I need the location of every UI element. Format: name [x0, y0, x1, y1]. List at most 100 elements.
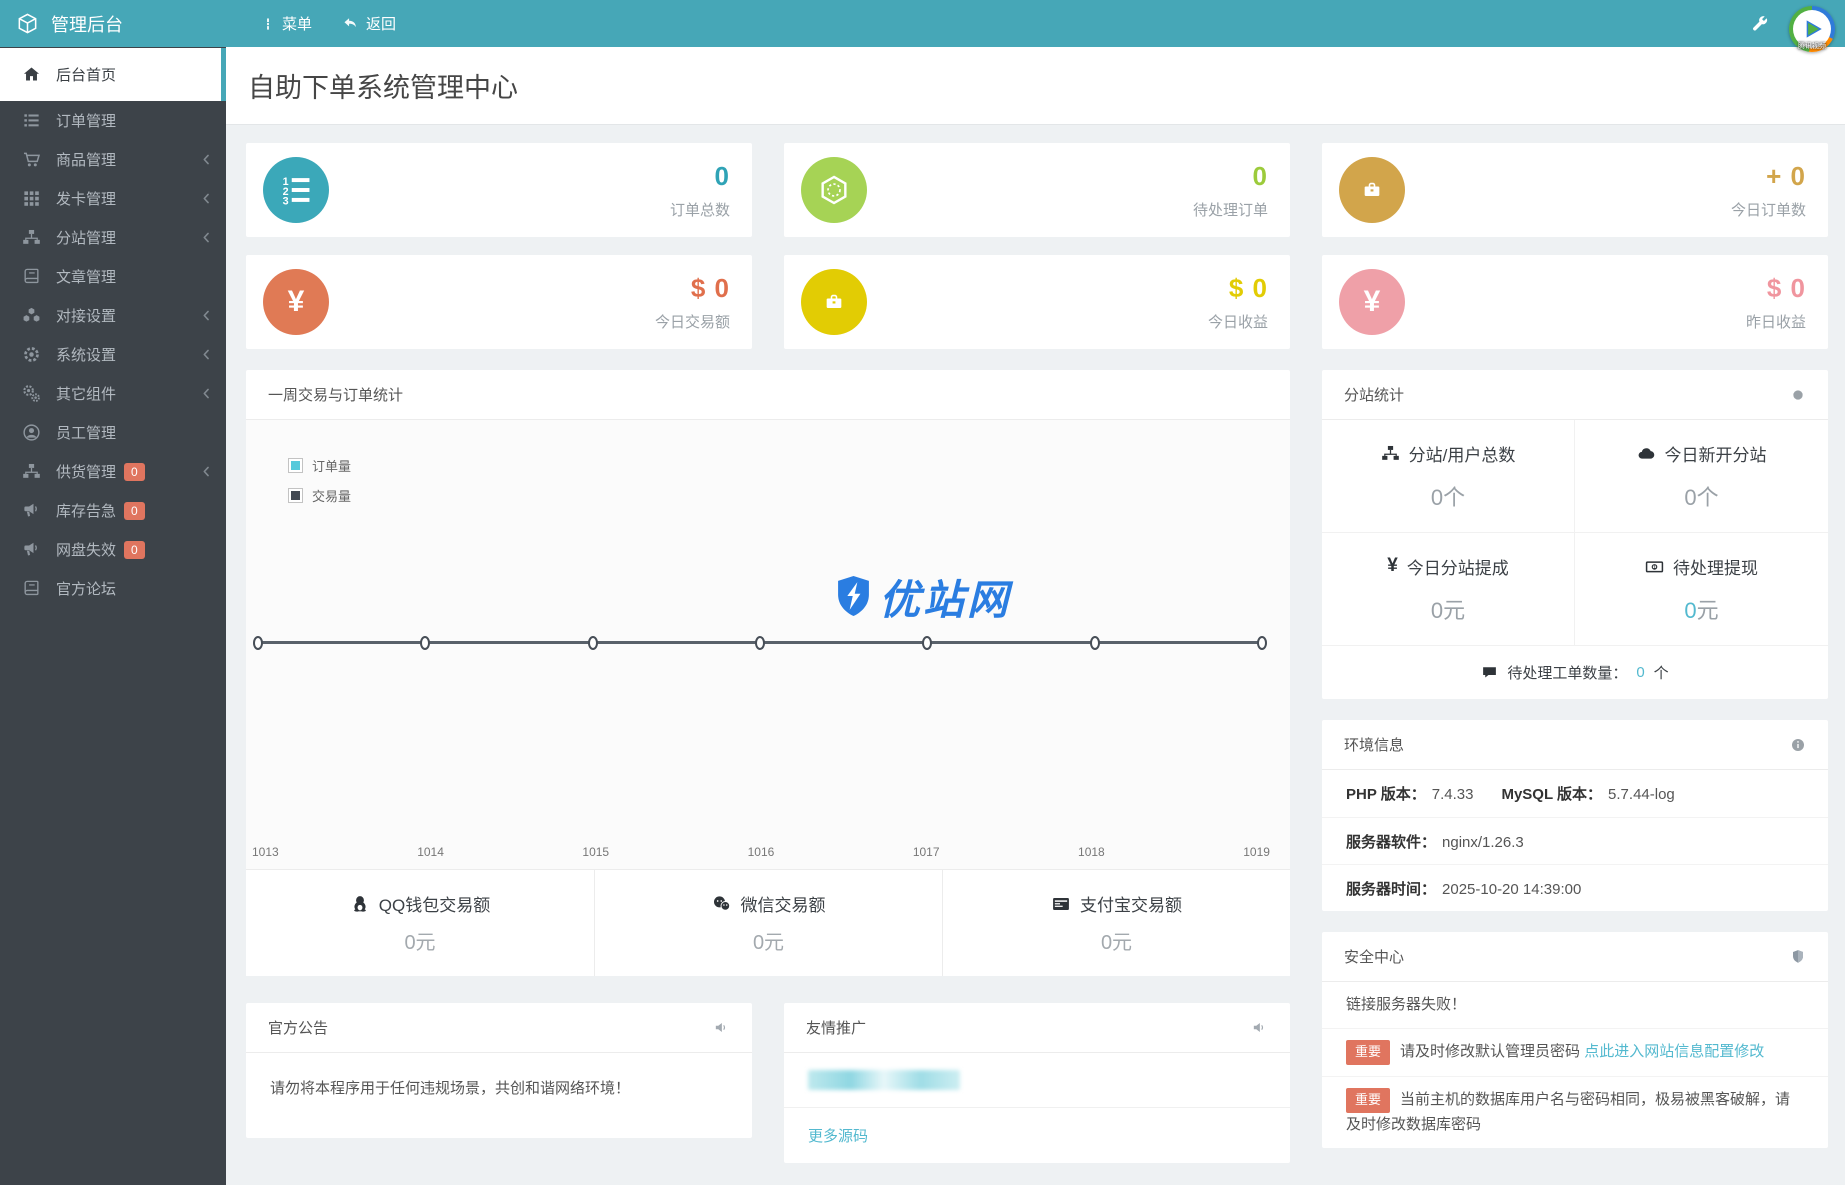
security-title: 安全中心 — [1344, 949, 1405, 966]
sidebar-item-其它组件[interactable]: 其它组件 — [0, 374, 226, 413]
stat-value: + 0 — [1766, 160, 1806, 191]
stat-value: $ 0 — [1766, 272, 1806, 303]
topbar-right: 腾讯视频 — [1750, 0, 1845, 52]
count-badge: 0 — [124, 462, 145, 481]
chevron-left-icon — [199, 191, 214, 206]
info-icon — [1790, 737, 1806, 753]
stat-icon-circle: 123 — [263, 157, 329, 223]
promo-panel-header: 友情推广 — [784, 1003, 1290, 1053]
stat-icon-circle: ¥ — [263, 269, 329, 335]
substation-cell-label: 分站/用户总数 — [1408, 445, 1516, 465]
sidebar-item-网盘失效[interactable]: 网盘失效 0 — [0, 530, 226, 569]
sidebar-item-商品管理[interactable]: 商品管理 — [0, 140, 226, 179]
yen-icon: ¥ — [1387, 555, 1398, 576]
tickets-unit: 个 — [1653, 665, 1669, 682]
cube-icon — [16, 12, 39, 35]
stat-label: 昨日收益 — [1745, 313, 1806, 331]
top-nav: 菜单 返回 — [246, 0, 411, 47]
x-tick-label: 1019 — [1243, 845, 1270, 859]
menu-button[interactable]: 菜单 — [246, 0, 327, 47]
chevron-left-icon — [199, 347, 214, 362]
sidebar-item-label: 员工管理 — [56, 425, 117, 442]
tickets-label: 待处理工单数量： — [1507, 665, 1628, 682]
sidebar-item-label: 分站管理 — [56, 230, 117, 247]
speaker-icon — [713, 1019, 730, 1036]
blurred-promo-link[interactable] — [808, 1070, 960, 1090]
chart-markers — [253, 636, 1267, 650]
content: 1 2 3 0 订单总数 0 待处理订单 + 0 今日订单数 ¥ $ 0 今日交易额 $ 0 今日收益 ¥ $… — [226, 125, 1845, 1163]
shield-icon — [1790, 948, 1806, 965]
stat-cards: 1 2 3 0 订单总数 0 待处理订单 + 0 今日订单数 ¥ $ 0 今日交易额 $ 0 今日收益 ¥ $… — [246, 143, 1828, 349]
sidebar-item-label: 官方论坛 — [56, 581, 117, 598]
security-panel: 安全中心 链接服务器失败！ 重要 请及时修改默认管理员密码 点此进入网站信息配置修改… — [1322, 932, 1828, 1148]
angle-left-icon — [203, 388, 209, 399]
stat-icon-circle — [1339, 157, 1405, 223]
security-rows: 链接服务器失败！ 重要 请及时修改默认管理员密码 点此进入网站信息配置修改 重要 当前主… — [1322, 982, 1828, 1148]
left-column: 一周交易与订单统计 订单量 交易量 优站网 1013 1014 1015 101… — [246, 370, 1290, 1163]
config-link[interactable]: 点此进入网站信息配置修改 — [1584, 1043, 1764, 1060]
data-point-marker — [1089, 636, 1100, 650]
sidebar-item-label: 供货管理 — [56, 464, 117, 481]
data-point-marker — [253, 636, 263, 650]
angle-left-icon — [203, 349, 209, 360]
topbar: 管理后台 菜单 返回 腾讯视频 — [0, 0, 1845, 52]
stat-value: 0 — [1252, 160, 1268, 191]
sidebar-item-系统设置[interactable]: 系统设置 — [0, 335, 226, 374]
stat-label: 今日订单数 — [1730, 201, 1806, 219]
more-source-link[interactable]: 更多源码 — [808, 1125, 868, 1146]
substation-footer: 待处理工单数量： 0 个 — [1322, 646, 1828, 699]
sidebar-item-员工管理[interactable]: 员工管理 — [0, 413, 226, 452]
count-badge: 0 — [124, 501, 145, 520]
chevron-left-icon — [199, 464, 214, 479]
stat-label: 待处理订单 — [1192, 201, 1268, 219]
stat-card-今日订单数: + 0 今日订单数 — [1322, 143, 1828, 237]
notice-text: 请勿将本程序用于任何违规场景，共创和谐网络环境！ — [270, 1080, 631, 1097]
wrench-icon[interactable] — [1750, 14, 1769, 33]
sidebar-item-label: 库存告急 — [56, 503, 117, 520]
cloud-icon — [1638, 447, 1654, 459]
security-warning-row: 重要 当前主机的数据库用户名与密码相同，极易被黑客破解，请及时修改数据库密码 — [1322, 1075, 1828, 1148]
qq-icon — [353, 895, 366, 912]
substation-cell-待处理提现: 1 待处理提现 0元 — [1575, 533, 1828, 646]
chevron-left-icon — [199, 386, 214, 401]
footer-stat-微信交易额: 微信交易额 0元 — [594, 870, 942, 976]
tencent-video-logo[interactable]: 腾讯视频 — [1789, 5, 1835, 52]
env-info-row: 服务器时间： 2025-10-20 14:39:00 — [1322, 864, 1828, 911]
sidebar-item-发卡管理[interactable]: 发卡管理 — [0, 179, 226, 218]
legend-label: 订单量 — [312, 459, 352, 474]
angle-left-icon — [203, 310, 209, 321]
chart-legend: 订单量交易量 — [288, 456, 351, 505]
sidebar-item-分站管理[interactable]: 分站管理 — [0, 218, 226, 257]
sidebar-item-后台首页[interactable]: 后台首页 — [0, 48, 226, 101]
back-button[interactable]: 返回 — [327, 0, 411, 47]
env-info-row: 服务器软件： nginx/1.26.3 — [1322, 817, 1828, 864]
count-badge: 0 — [124, 540, 145, 559]
page-header: 自助下单系统管理中心 — [226, 47, 1845, 125]
footer-stat-支付宝交易额: 支付宝交易额 0元 — [942, 870, 1290, 976]
env-info-pair: MySQL 版本： 5.7.44-log — [1501, 786, 1675, 803]
env-rows: PHP 版本： 7.4.33 MySQL 版本： 5.7.44-log 服务器软件： ng… — [1322, 770, 1828, 911]
book-icon — [23, 580, 39, 596]
x-tick-label: 1013 — [252, 845, 279, 859]
legend-swatch — [288, 458, 303, 473]
security-warning-row: 重要 请及时修改默认管理员密码 点此进入网站信息配置修改 — [1322, 1028, 1828, 1076]
sidebar-item-官方论坛[interactable]: 官方论坛 — [0, 569, 226, 608]
legend-item-订单量[interactable]: 订单量 — [288, 456, 351, 475]
sidebar-item-供货管理[interactable]: 供货管理 0 — [0, 452, 226, 491]
data-point-marker — [420, 636, 431, 650]
x-tick-label: 1018 — [1078, 845, 1105, 859]
sidebar-item-订单管理[interactable]: 订单管理 — [0, 101, 226, 140]
sidebar-item-库存告急[interactable]: 库存告急 0 — [0, 491, 226, 530]
env-panel: 环境信息 PHP 版本： 7.4.33 MySQL 版本： 5.7.44-log… — [1322, 720, 1828, 911]
legend-item-交易量[interactable]: 交易量 — [288, 486, 351, 505]
chart-panel: 一周交易与订单统计 订单量 交易量 优站网 1013 1014 1015 101… — [246, 370, 1290, 976]
security-warning-row: 链接服务器失败！ — [1322, 982, 1828, 1028]
footer-stat-label: 支付宝交易额 — [1080, 896, 1182, 915]
sidebar-item-对接设置[interactable]: 对接设置 — [0, 296, 226, 335]
substation-cell-value: 0元 — [1430, 597, 1466, 623]
stat-card-订单总数: 1 2 3 0 订单总数 — [246, 143, 752, 237]
sidebar-item-文章管理[interactable]: 文章管理 — [0, 257, 226, 296]
notice-panel: 官方公告 请勿将本程序用于任何违规场景，共创和谐网络环境！ — [246, 1003, 752, 1138]
x-tick-label: 1014 — [417, 845, 444, 859]
yen-icon: ¥ — [287, 285, 305, 318]
